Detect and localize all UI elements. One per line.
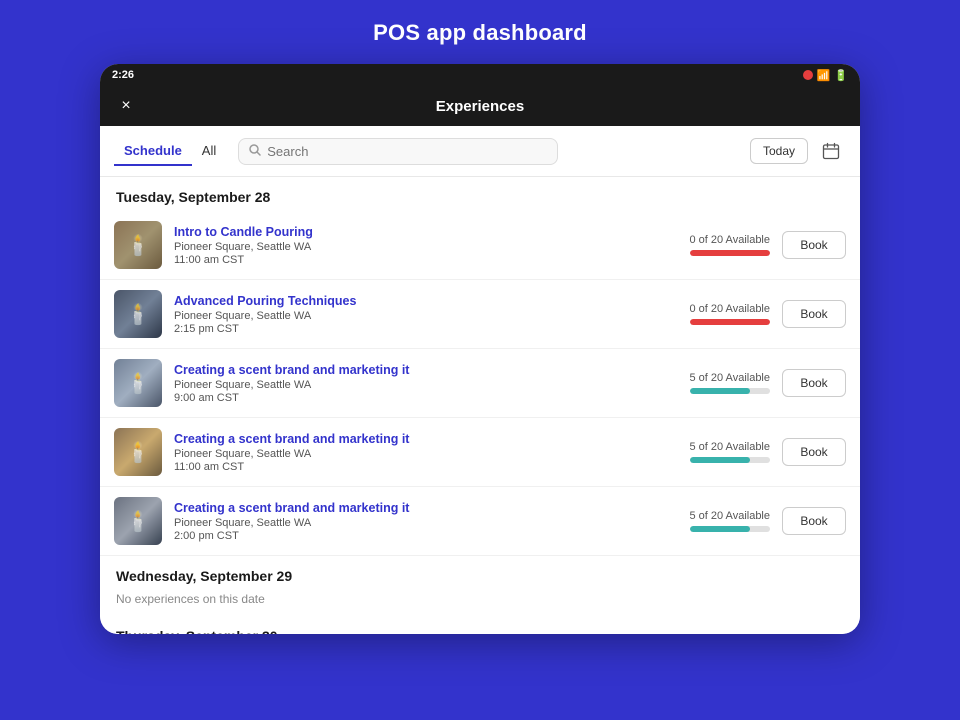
calendar-icon-button[interactable]	[816, 136, 846, 166]
book-button[interactable]: Book	[782, 231, 846, 259]
progress-bar-fill	[690, 388, 750, 394]
availability-text: 0 of 20 Available	[689, 234, 770, 246]
experience-thumbnail: 🕯️	[114, 359, 162, 407]
experience-thumbnail: 🕯️	[114, 221, 162, 269]
page-title: POS app dashboard	[373, 20, 587, 46]
availability-section: 5 of 20 Available	[630, 441, 770, 463]
thumb-candle-icon: 🕯️	[126, 509, 151, 534]
thumb-candle-icon: 🕯️	[126, 440, 151, 465]
experience-info: Creating a scent brand and marketing it …	[174, 501, 618, 542]
status-time: 2:26	[112, 69, 134, 81]
availability-text: 0 of 20 Available	[689, 303, 770, 315]
progress-bar-fill	[690, 250, 770, 256]
tab-group: Schedule All	[114, 137, 226, 166]
thumb-candle-icon: 🕯️	[126, 371, 151, 396]
book-button[interactable]: Book	[782, 507, 846, 535]
progress-bar-fill	[690, 526, 750, 532]
experience-location: Pioneer Square, Seattle WA	[174, 448, 618, 460]
no-experiences-text: No experiences on this date	[100, 590, 860, 616]
progress-bar-fill	[690, 457, 750, 463]
progress-bar-fill	[690, 319, 770, 325]
experience-location: Pioneer Square, Seattle WA	[174, 379, 618, 391]
tablet-frame: 2:26 📶 🔋 × Experiences Schedule All	[100, 64, 860, 634]
table-row: 🕯️ Intro to Candle Pouring Pioneer Squar…	[100, 211, 860, 280]
experience-name[interactable]: Creating a scent brand and marketing it	[174, 432, 618, 446]
header-title: Experiences	[436, 98, 524, 115]
status-icons: 📶 🔋	[803, 69, 848, 82]
table-row: 🕯️ Advanced Pouring Techniques Pioneer S…	[100, 280, 860, 349]
progress-bar	[690, 319, 770, 325]
experience-info: Intro to Candle Pouring Pioneer Square, …	[174, 225, 618, 266]
thumb-candle-icon: 🕯️	[126, 233, 151, 258]
date-header-2: Thursday, September 30	[100, 616, 860, 634]
experience-name[interactable]: Creating a scent brand and marketing it	[174, 501, 618, 515]
toolbar: Schedule All Today	[100, 126, 860, 177]
thumb-candle-icon: 🕯️	[126, 302, 151, 327]
experience-name[interactable]: Creating a scent brand and marketing it	[174, 363, 618, 377]
experience-location: Pioneer Square, Seattle WA	[174, 517, 618, 529]
record-icon	[803, 70, 813, 80]
book-button[interactable]: Book	[782, 438, 846, 466]
status-bar: 2:26 📶 🔋	[100, 64, 860, 86]
availability-text: 5 of 20 Available	[689, 372, 770, 384]
main-content: Schedule All Today	[100, 126, 860, 634]
tab-all[interactable]: All	[192, 137, 226, 166]
experience-thumbnail: 🕯️	[114, 497, 162, 545]
app-header: × Experiences	[100, 86, 860, 126]
availability-section: 5 of 20 Available	[630, 372, 770, 394]
toolbar-right: Today	[750, 136, 846, 166]
experience-location: Pioneer Square, Seattle WA	[174, 241, 618, 253]
experience-time: 2:15 pm CST	[174, 323, 618, 335]
book-button[interactable]: Book	[782, 369, 846, 397]
availability-section: 0 of 20 Available	[630, 303, 770, 325]
availability-section: 0 of 20 Available	[630, 234, 770, 256]
table-row: 🕯️ Creating a scent brand and marketing …	[100, 349, 860, 418]
progress-bar	[690, 250, 770, 256]
schedule-list: Tuesday, September 28 🕯️ Intro to Candle…	[100, 177, 860, 634]
tab-schedule[interactable]: Schedule	[114, 137, 192, 166]
experience-name[interactable]: Intro to Candle Pouring	[174, 225, 618, 239]
experience-time: 9:00 am CST	[174, 392, 618, 404]
availability-section: 5 of 20 Available	[630, 510, 770, 532]
experience-time: 11:00 am CST	[174, 461, 618, 473]
close-button[interactable]: ×	[114, 94, 138, 118]
today-button[interactable]: Today	[750, 138, 808, 164]
availability-text: 5 of 20 Available	[689, 510, 770, 522]
experience-time: 2:00 pm CST	[174, 530, 618, 542]
experience-time: 11:00 am CST	[174, 254, 618, 266]
search-icon	[249, 144, 261, 159]
experience-name[interactable]: Advanced Pouring Techniques	[174, 294, 618, 308]
experience-thumbnail: 🕯️	[114, 290, 162, 338]
book-button[interactable]: Book	[782, 300, 846, 328]
experience-thumbnail: 🕯️	[114, 428, 162, 476]
availability-text: 5 of 20 Available	[689, 441, 770, 453]
progress-bar	[690, 457, 770, 463]
date-header-1: Wednesday, September 29	[100, 556, 860, 590]
search-input[interactable]	[267, 144, 547, 159]
search-box[interactable]	[238, 138, 558, 165]
table-row: 🕯️ Creating a scent brand and marketing …	[100, 418, 860, 487]
progress-bar	[690, 388, 770, 394]
experience-info: Creating a scent brand and marketing it …	[174, 363, 618, 404]
date-header-0: Tuesday, September 28	[100, 177, 860, 211]
experience-info: Advanced Pouring Techniques Pioneer Squa…	[174, 294, 618, 335]
experience-info: Creating a scent brand and marketing it …	[174, 432, 618, 473]
battery-icon: 🔋	[834, 69, 848, 82]
progress-bar	[690, 526, 770, 532]
experience-location: Pioneer Square, Seattle WA	[174, 310, 618, 322]
table-row: 🕯️ Creating a scent brand and marketing …	[100, 487, 860, 556]
wifi-icon: 📶	[817, 69, 831, 82]
